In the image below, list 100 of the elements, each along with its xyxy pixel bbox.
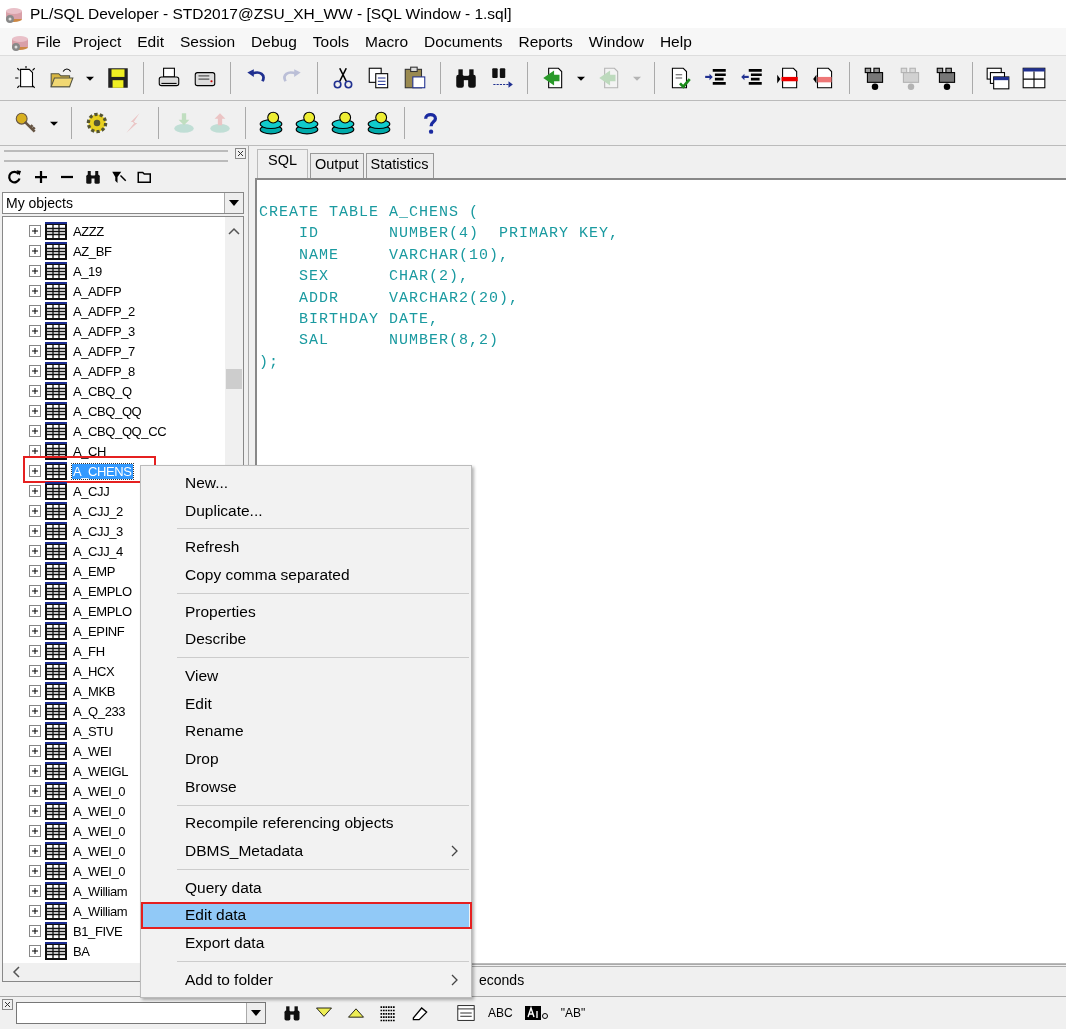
expand-icon[interactable]: [29, 665, 41, 677]
menu-item[interactable]: Edit data: [143, 901, 469, 930]
tree-item[interactable]: A_WEI_0: [72, 863, 127, 879]
tree-item[interactable]: A_EMP: [72, 563, 117, 579]
tree-item[interactable]: A_CJJ: [72, 483, 111, 499]
expand-icon[interactable]: [29, 885, 41, 897]
windows-icon[interactable]: [985, 65, 1011, 91]
close-icon[interactable]: [2, 999, 13, 1010]
tree-item[interactable]: B1_FIVE: [72, 923, 124, 939]
tree-item[interactable]: A_EPINF: [72, 623, 126, 639]
tree-item[interactable]: A_EMPLO: [72, 583, 133, 599]
tree-item[interactable]: A_William: [72, 883, 129, 899]
expand-icon[interactable]: [29, 585, 41, 597]
expand-icon[interactable]: [29, 685, 41, 697]
expand-icon[interactable]: [29, 805, 41, 817]
search-field[interactable]: [16, 1002, 266, 1024]
expand-icon[interactable]: [29, 485, 41, 497]
expand-icon[interactable]: [29, 705, 41, 717]
tree-item[interactable]: BA: [72, 943, 91, 959]
expand-icon[interactable]: [29, 925, 41, 937]
tree-item[interactable]: A_CJJ_3: [72, 523, 124, 539]
menu-item[interactable]: Documents: [416, 32, 511, 51]
expand-icon[interactable]: [29, 785, 41, 797]
tree-item[interactable]: A_ADFP_7: [72, 343, 136, 359]
expand-icon[interactable]: [29, 445, 41, 457]
expand-icon[interactable]: [29, 765, 41, 777]
tab[interactable]: Output: [310, 153, 364, 178]
expand-icon[interactable]: [29, 845, 41, 857]
tree-item[interactable]: AZZZ: [72, 223, 105, 239]
clipboard-icon[interactable]: [402, 65, 428, 91]
database-icon[interactable]: [258, 110, 284, 136]
expand-icon[interactable]: [29, 285, 41, 297]
expand-icon[interactable]: [29, 625, 41, 637]
expand-icon[interactable]: [29, 865, 41, 877]
menu-item[interactable]: Reports: [510, 32, 581, 51]
menu-item[interactable]: File: [32, 32, 65, 51]
expand-icon[interactable]: [29, 405, 41, 417]
tree-item[interactable]: A_ADFP_2: [72, 303, 136, 319]
expand-icon[interactable]: [29, 745, 41, 757]
tree-item[interactable]: A_CBQ_Q: [72, 383, 133, 399]
tree-item[interactable]: A_19: [72, 263, 103, 279]
expand-icon[interactable]: [29, 365, 41, 377]
menu-item[interactable]: Session: [171, 32, 244, 51]
tab[interactable]: SQL: [257, 149, 308, 178]
tree-item[interactable]: A_CBQ_QQ: [72, 403, 143, 419]
expand-icon[interactable]: [29, 385, 41, 397]
expand-icon[interactable]: [29, 725, 41, 737]
tree-item[interactable]: A_HCX: [72, 663, 116, 679]
regex-toggle[interactable]: "AB": [560, 1006, 586, 1020]
tree-item[interactable]: A_EMPLO: [72, 603, 133, 619]
gear-icon[interactable]: [84, 110, 110, 136]
expand-icon[interactable]: [29, 525, 41, 537]
database-icon[interactable]: [366, 110, 392, 136]
expand-icon[interactable]: [29, 505, 41, 517]
expand-icon[interactable]: [29, 905, 41, 917]
menu-item[interactable]: Macro: [357, 32, 417, 51]
expand-icon[interactable]: [29, 265, 41, 277]
binoculars-icon[interactable]: [282, 1003, 302, 1023]
expand-icon[interactable]: [29, 325, 41, 337]
menu-item[interactable]: Window: [580, 32, 652, 51]
tree-item[interactable]: A_ADFP_8: [72, 363, 136, 379]
expand-icon[interactable]: [29, 945, 41, 957]
expand-icon[interactable]: [29, 425, 41, 437]
expand-icon[interactable]: [29, 465, 41, 477]
highlight-lines-icon[interactable]: [378, 1003, 398, 1023]
menu-item[interactable]: Add to folder: [143, 966, 469, 994]
refresh-icon[interactable]: [6, 168, 24, 186]
tree-item[interactable]: A_Q_233: [72, 703, 127, 719]
tree-item[interactable]: A_WEI: [72, 743, 113, 759]
tree-item[interactable]: A_ADFP_3: [72, 323, 136, 339]
tree-item[interactable]: A_WEIGL: [72, 763, 129, 779]
tree-item[interactable]: A_ADFP: [72, 283, 123, 299]
tree-item[interactable]: A_William: [72, 903, 129, 919]
tree-item[interactable]: A_FH: [72, 643, 106, 659]
filter-dropdown[interactable]: My objects: [2, 192, 244, 214]
tile-windows-icon[interactable]: [1021, 65, 1047, 91]
tree-item[interactable]: A_CH: [72, 443, 108, 459]
expand-icon[interactable]: [29, 605, 41, 617]
expand-icon[interactable]: [29, 305, 41, 317]
tree-item[interactable]: A_CJJ_2: [72, 503, 124, 519]
tree-item[interactable]: AZ_BF: [72, 243, 113, 259]
menu-item[interactable]: Edit: [129, 32, 172, 51]
tree-item[interactable]: A_CJJ_4: [72, 543, 124, 559]
tree-item[interactable]: A_WEI_0: [72, 823, 127, 839]
expand-icon[interactable]: [29, 225, 41, 237]
expand-icon[interactable]: [29, 545, 41, 557]
binoculars-icon[interactable]: [84, 168, 102, 186]
menu-item[interactable]: Project: [65, 32, 130, 51]
tree-item[interactable]: A_WEI_0: [72, 783, 127, 799]
document-marker-icon[interactable]: [775, 65, 801, 91]
menu-item[interactable]: Help: [651, 32, 700, 51]
database-icon[interactable]: [330, 110, 356, 136]
tree-item[interactable]: A_CBQ_QQ_CC: [72, 423, 168, 439]
menu-item[interactable]: Debug: [243, 32, 305, 51]
tree-item[interactable]: A_STU: [72, 723, 114, 739]
window-icon[interactable]: [456, 1004, 476, 1022]
expand-icon[interactable]: [29, 245, 41, 257]
menu-item[interactable]: Tools: [304, 32, 357, 51]
database-icon[interactable]: [294, 110, 320, 136]
close-icon[interactable]: [235, 148, 246, 159]
